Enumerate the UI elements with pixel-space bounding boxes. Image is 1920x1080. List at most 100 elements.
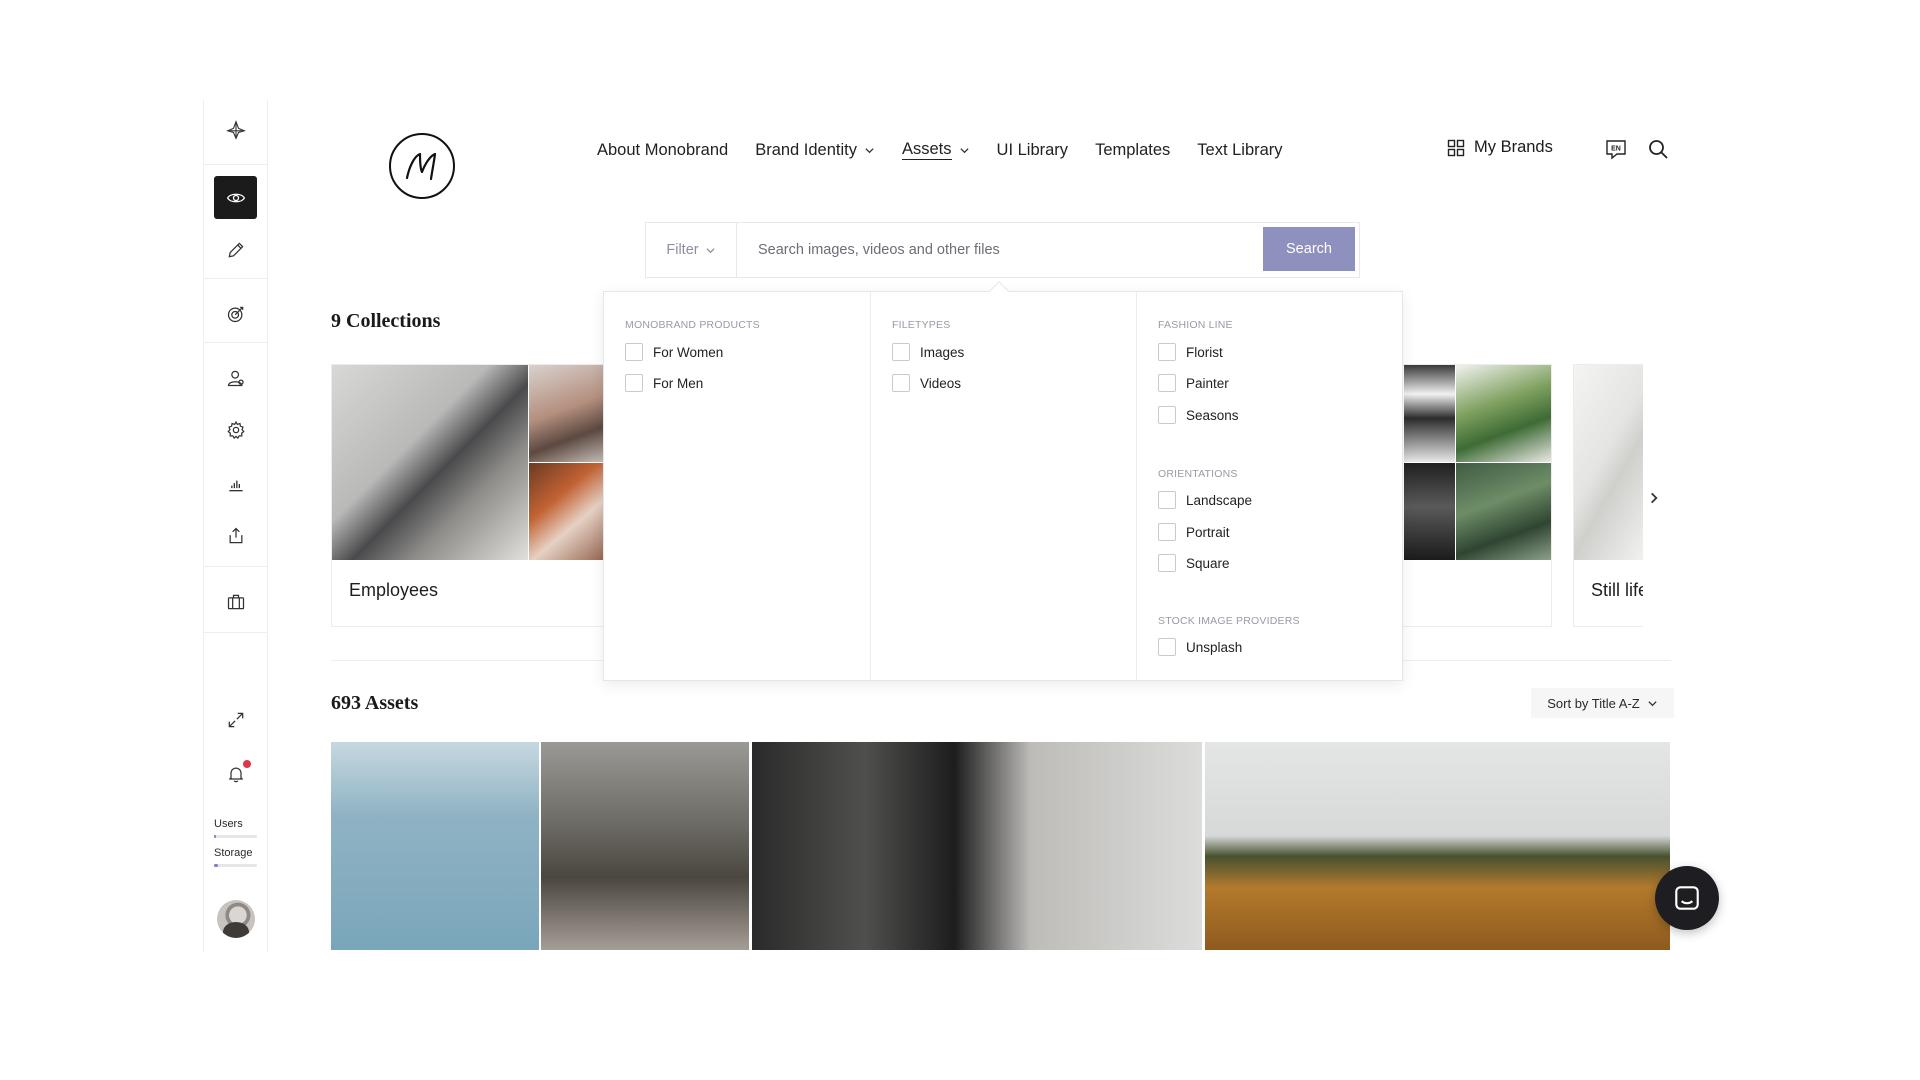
user-avatar[interactable] <box>217 900 255 938</box>
collection-image <box>1456 365 1551 462</box>
filter-option-label: Portrait <box>1186 524 1230 540</box>
checkbox[interactable] <box>625 343 643 361</box>
main-nav: About Monobrand Brand Identity Assets UI… <box>597 138 1283 162</box>
nav-ui-library[interactable]: UI Library <box>997 138 1069 162</box>
checkbox[interactable] <box>892 374 910 392</box>
filter-dropdown: MONOBRAND PRODUCTS For Women For Men FIL… <box>603 291 1403 681</box>
filter-column-products: MONOBRAND PRODUCTS For Women For Men <box>604 292 870 680</box>
filter-group-title: MONOBRAND PRODUCTS <box>625 319 760 331</box>
filter-group-title: ORIENTATIONS <box>1158 468 1238 480</box>
storage-usage-fill <box>214 864 219 867</box>
filter-option-images[interactable]: Images <box>892 343 964 361</box>
collection-card-label: Employees <box>349 580 439 600</box>
nav-brand-identity[interactable]: Brand Identity <box>755 138 875 162</box>
users-icon[interactable] <box>204 356 267 400</box>
filter-option-painter[interactable]: Painter <box>1158 374 1229 392</box>
chevron-down-icon <box>959 147 969 153</box>
settings-gear-icon[interactable] <box>204 408 267 452</box>
edit-pencil-icon[interactable] <box>204 228 267 272</box>
filter-group-title: FASHION LINE <box>1158 319 1233 331</box>
brand-logo-icon[interactable] <box>204 108 267 152</box>
notification-dot <box>243 760 251 768</box>
filter-column-filetypes: FILETYPES Images Videos <box>870 292 1136 680</box>
filter-option-label: Seasons <box>1186 407 1239 423</box>
filter-label: Filter <box>666 242 699 258</box>
filter-option-unsplash[interactable]: Unsplash <box>1158 638 1242 656</box>
search-button[interactable]: Search <box>1263 227 1355 271</box>
nav-assets[interactable]: Assets <box>902 138 970 162</box>
checkbox[interactable] <box>625 374 643 392</box>
filter-option-for-women[interactable]: For Women <box>625 343 723 361</box>
users-usage-track <box>214 835 257 838</box>
collection-image <box>1456 463 1551 560</box>
carousel-next-button[interactable] <box>1643 487 1665 509</box>
filter-option-videos[interactable]: Videos <box>892 374 961 392</box>
collection-image <box>529 365 610 462</box>
checkbox[interactable] <box>1158 374 1176 392</box>
collections-title: 9 Collections <box>331 310 441 332</box>
filter-option-landscape[interactable]: Landscape <box>1158 491 1252 509</box>
nav-text-library-label: Text Library <box>1197 140 1283 159</box>
chevron-down-icon <box>865 147 874 153</box>
checkbox[interactable] <box>1158 523 1176 541</box>
my-brands-button[interactable]: My Brands <box>1447 138 1553 157</box>
collection-image <box>332 365 528 560</box>
analytics-chart-icon[interactable] <box>204 462 267 506</box>
search-icon <box>1649 140 1668 159</box>
chat-widget-button[interactable] <box>1655 866 1719 930</box>
collection-image <box>1574 365 1643 560</box>
checkbox[interactable] <box>1158 554 1176 572</box>
filter-option-label: Florist <box>1186 344 1223 360</box>
storage-label: Storage <box>214 847 253 859</box>
sidebar-divider <box>204 278 267 279</box>
filter-option-label: Videos <box>920 375 962 391</box>
chevron-down-icon <box>1648 700 1657 706</box>
assets-title: 693 Assets <box>331 692 419 714</box>
nav-text-library[interactable]: Text Library <box>1197 138 1282 162</box>
collection-card-label: Still life <box>1591 580 1643 600</box>
sidebar-divider <box>204 342 267 343</box>
checkbox[interactable] <box>1158 343 1176 361</box>
users-usage-fill <box>214 835 216 838</box>
asset-thumbnail[interactable] <box>541 742 749 950</box>
filter-option-portrait[interactable]: Portrait <box>1158 523 1230 541</box>
monobrand-logo[interactable] <box>389 133 455 199</box>
search-input[interactable] <box>738 223 1260 277</box>
asset-thumbnail[interactable] <box>1205 742 1670 950</box>
nav-ui-library-label: UI Library <box>996 140 1069 159</box>
language-button[interactable]: EN <box>1603 136 1629 162</box>
checkbox[interactable] <box>1158 406 1176 424</box>
asset-thumbnail[interactable] <box>752 742 1202 950</box>
my-brands-label: My Brands <box>1474 138 1553 156</box>
collection-card-employees[interactable]: Employees <box>331 364 611 627</box>
filter-option-square[interactable]: Square <box>1158 554 1230 572</box>
target-icon[interactable] <box>204 292 267 336</box>
checkbox[interactable] <box>1158 491 1176 509</box>
notifications-bell-icon[interactable] <box>204 752 267 796</box>
sidebar-divider <box>204 566 267 567</box>
filter-column-attributes: FASHION LINE Florist Painter Seasons ORI… <box>1136 292 1402 680</box>
briefcase-icon[interactable] <box>204 580 267 624</box>
sidebar-divider <box>204 632 267 633</box>
filter-option-seasons[interactable]: Seasons <box>1158 406 1239 424</box>
storage-meter: Storage <box>214 847 257 867</box>
filter-button[interactable]: Filter <box>646 223 737 277</box>
search-bar: Filter Search <box>645 222 1360 278</box>
filter-option-florist[interactable]: Florist <box>1158 343 1223 361</box>
view-eye-icon[interactable] <box>214 176 257 219</box>
users-label: Users <box>214 818 243 830</box>
checkbox[interactable] <box>1158 638 1176 656</box>
expand-icon[interactable] <box>204 698 267 742</box>
filter-option-label: Unsplash <box>1186 639 1243 655</box>
collection-card-still-life[interactable]: Still life <box>1573 364 1643 627</box>
checkbox[interactable] <box>892 343 910 361</box>
sort-dropdown[interactable]: Sort by Title A-Z <box>1531 688 1674 718</box>
filter-option-for-men[interactable]: For Men <box>625 374 703 392</box>
nav-about-monobrand[interactable]: About Monobrand <box>597 138 728 162</box>
nav-templates-label: Templates <box>1095 140 1171 159</box>
share-upload-icon[interactable] <box>204 514 267 558</box>
filter-option-label: For Women <box>653 344 724 360</box>
header-search-button[interactable] <box>1645 136 1671 162</box>
asset-thumbnail[interactable] <box>331 742 539 950</box>
nav-templates[interactable]: Templates <box>1095 138 1170 162</box>
